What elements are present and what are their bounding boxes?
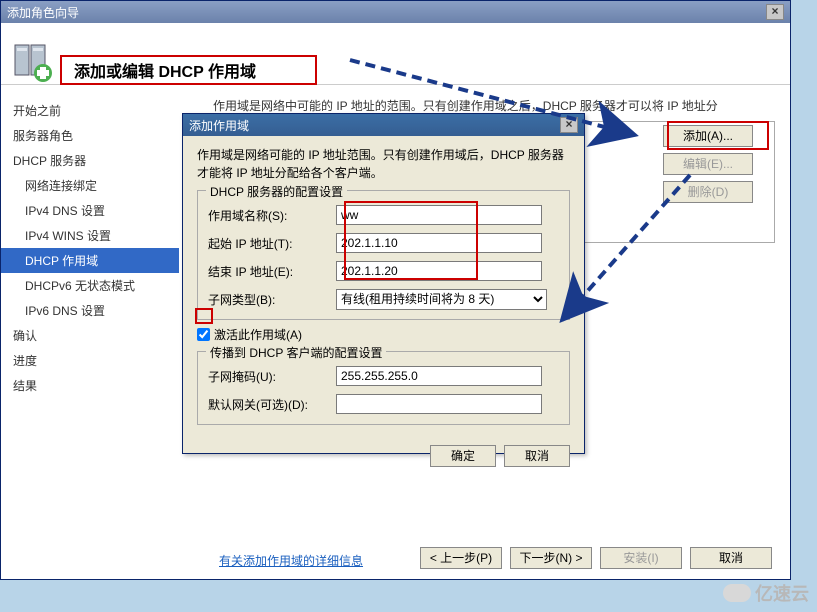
sidebar-item-7[interactable]: DHCPv6 无状态模式 bbox=[1, 273, 179, 298]
subnet-type-select[interactable]: 有线(租用持续时间将为 8 天) bbox=[336, 289, 547, 310]
dialog-title: 添加作用域 bbox=[189, 117, 249, 134]
gateway-label: 默认网关(可选)(D): bbox=[208, 396, 336, 413]
dialog-ok-button[interactable]: 确定 bbox=[430, 445, 496, 467]
dialog-footer: 确定 取消 bbox=[183, 441, 584, 477]
subnet-mask-input[interactable] bbox=[336, 366, 542, 386]
watermark-text: 亿速云 bbox=[755, 580, 809, 606]
sidebar-item-10[interactable]: 进度 bbox=[1, 348, 179, 373]
dialog-description: 作用域是网络可能的 IP 地址范围。只有创建作用域后，DHCP 服务器才能将 I… bbox=[197, 146, 570, 182]
sidebar-item-3[interactable]: 网络连接绑定 bbox=[1, 173, 179, 198]
sidebar-item-6[interactable]: DHCP 作用域 bbox=[1, 248, 179, 273]
wizard-footer: < 上一步(P) 下一步(N) > 安装(I) 取消 bbox=[420, 547, 772, 569]
groupbox-server-config: DHCP 服务器的配置设置 作用域名称(S): 起始 IP 地址(T): 结束 … bbox=[197, 190, 570, 320]
delete-button: 删除(D) bbox=[663, 181, 753, 203]
cancel-button[interactable]: 取消 bbox=[690, 547, 772, 569]
gateway-input[interactable] bbox=[336, 394, 542, 414]
edit-button: 编辑(E)... bbox=[663, 153, 753, 175]
sidebar-item-0[interactable]: 开始之前 bbox=[1, 98, 179, 123]
add-scope-dialog: 添加作用域 × 作用域是网络可能的 IP 地址范围。只有创建作用域后，DHCP … bbox=[182, 113, 585, 454]
sidebar-item-5[interactable]: IPv4 WINS 设置 bbox=[1, 223, 179, 248]
end-ip-input[interactable] bbox=[336, 261, 542, 281]
dialog-close-icon[interactable]: × bbox=[560, 117, 578, 133]
sidebar-item-2[interactable]: DHCP 服务器 bbox=[1, 148, 179, 173]
sidebar-item-11[interactable]: 结果 bbox=[1, 373, 179, 398]
page-title-outlined: 添加或编辑 DHCP 作用域 bbox=[60, 55, 317, 85]
more-info-row: 有关添加作用域的详细信息 bbox=[219, 552, 363, 569]
wizard-sidebar: 开始之前服务器角色DHCP 服务器网络连接绑定IPv4 DNS 设置IPv4 W… bbox=[1, 85, 179, 579]
activate-scope-checkbox[interactable] bbox=[197, 328, 210, 341]
dialog-body: 作用域是网络可能的 IP 地址范围。只有创建作用域后，DHCP 服务器才能将 I… bbox=[183, 136, 584, 441]
sidebar-item-1[interactable]: 服务器角色 bbox=[1, 123, 179, 148]
more-info-link[interactable]: 有关添加作用域的详细信息 bbox=[219, 554, 363, 568]
wizard-header: 添加或编辑 DHCP 作用域 bbox=[1, 23, 790, 85]
sidebar-item-4[interactable]: IPv4 DNS 设置 bbox=[1, 198, 179, 223]
groupbox-client-config: 传播到 DHCP 客户端的配置设置 子网掩码(U): 默认网关(可选)(D): bbox=[197, 351, 570, 425]
scope-name-label: 作用域名称(S): bbox=[208, 207, 336, 224]
install-button: 安装(I) bbox=[600, 547, 682, 569]
watermark: 亿速云 bbox=[723, 580, 809, 606]
dialog-titlebar[interactable]: 添加作用域 × bbox=[183, 114, 584, 136]
groupbox-server-config-title: DHCP 服务器的配置设置 bbox=[206, 183, 347, 200]
activate-scope-label: 激活此作用域(A) bbox=[214, 326, 302, 343]
end-ip-label: 结束 IP 地址(E): bbox=[208, 263, 336, 280]
scope-name-input[interactable] bbox=[336, 205, 542, 225]
subnet-mask-label: 子网掩码(U): bbox=[208, 368, 336, 385]
server-plus-icon bbox=[11, 41, 53, 83]
page-title: 添加或编辑 DHCP 作用域 bbox=[74, 58, 256, 82]
prev-button[interactable]: < 上一步(P) bbox=[420, 547, 502, 569]
sidebar-item-8[interactable]: IPv6 DNS 设置 bbox=[1, 298, 179, 323]
sidebar-item-9[interactable]: 确认 bbox=[1, 323, 179, 348]
start-ip-input[interactable] bbox=[336, 233, 542, 253]
window-titlebar[interactable]: 添加角色向导 × bbox=[1, 1, 790, 23]
action-buttons-column: 添加(A)... 编辑(E)... 删除(D) bbox=[663, 125, 765, 209]
groupbox-client-config-title: 传播到 DHCP 客户端的配置设置 bbox=[206, 344, 386, 361]
window-title: 添加角色向导 bbox=[7, 4, 79, 21]
start-ip-label: 起始 IP 地址(T): bbox=[208, 235, 336, 252]
add-button[interactable]: 添加(A)... bbox=[663, 125, 753, 147]
subnet-type-label: 子网类型(B): bbox=[208, 291, 336, 308]
activate-scope-row: 激活此作用域(A) bbox=[197, 326, 570, 343]
close-icon[interactable]: × bbox=[766, 4, 784, 20]
dialog-cancel-button[interactable]: 取消 bbox=[504, 445, 570, 467]
cloud-icon bbox=[723, 584, 751, 602]
next-button[interactable]: 下一步(N) > bbox=[510, 547, 592, 569]
